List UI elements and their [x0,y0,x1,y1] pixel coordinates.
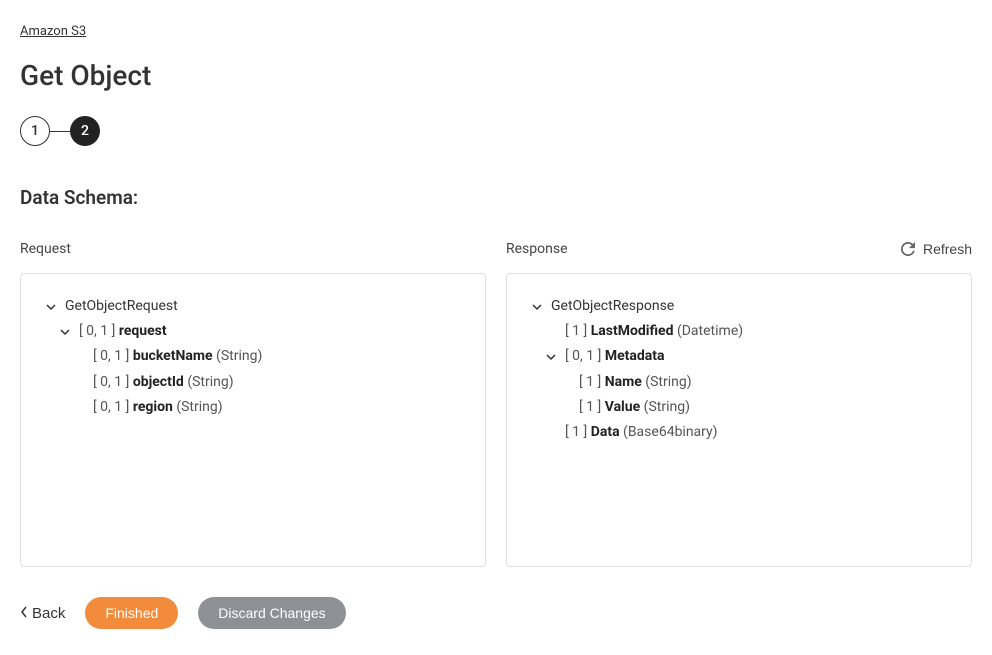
bucketname-cardinality: [ 0, 1 ] [93,348,129,364]
request-cardinality: [ 0, 1 ] [79,323,115,339]
objectid-field-name: objectId [133,374,184,390]
mdname-field-name: Name [605,374,642,390]
region-cardinality: [ 0, 1 ] [93,399,129,415]
response-column: Response Refresh GetObjectResponse [506,239,972,567]
lastmodified-field-name: LastModified [591,323,674,339]
step-connector [50,131,70,132]
page-title: Get Object [20,59,972,92]
response-root: GetObjectResponse [551,294,674,319]
back-label: Back [32,605,65,622]
refresh-label: Refresh [923,241,972,257]
lastmodified-field-type: (Datetime) [677,323,743,339]
mdvalue-field-name: Value [605,399,640,415]
chevron-left-icon [20,605,28,622]
chevron-down-icon[interactable] [59,326,71,338]
objectid-field-type: (String) [187,374,233,390]
lastmodified-cardinality: [ 1 ] [565,323,587,339]
response-schema-box: GetObjectResponse [ 1 ] LastModified (Da… [506,273,972,567]
data-cardinality: [ 1 ] [565,424,587,440]
request-column: Request GetObjectRequest [ 0, 1 [20,239,486,567]
finished-button[interactable]: Finished [85,597,178,629]
stepper: 1 2 [20,116,972,146]
step-1[interactable]: 1 [20,116,50,146]
bucketname-field-name: bucketName [133,348,213,364]
mdname-field-type: (String) [645,374,691,390]
request-root: GetObjectRequest [65,294,178,319]
section-title: Data Schema: [20,186,972,209]
data-field-name: Data [591,424,620,440]
metadata-cardinality: [ 0, 1 ] [565,348,601,364]
chevron-down-icon[interactable] [45,301,57,313]
region-field-name: region [133,399,173,415]
mdvalue-cardinality: [ 1 ] [579,399,601,415]
request-field-name: request [119,323,167,339]
refresh-icon [901,242,915,256]
mdname-cardinality: [ 1 ] [579,374,601,390]
region-field-type: (String) [176,399,222,415]
bucketname-field-type: (String) [216,348,262,364]
chevron-down-icon[interactable] [545,351,557,363]
breadcrumb-parent-link[interactable]: Amazon S3 [20,24,86,39]
request-schema-box: GetObjectRequest [ 0, 1 ] request [20,273,486,567]
request-label: Request [20,241,71,257]
response-label: Response [506,241,568,257]
metadata-field-name: Metadata [605,348,665,364]
step-2[interactable]: 2 [70,116,100,146]
back-button[interactable]: Back [20,605,65,622]
refresh-button[interactable]: Refresh [901,241,972,257]
mdvalue-field-type: (String) [644,399,690,415]
discard-changes-button[interactable]: Discard Changes [198,597,345,629]
chevron-down-icon[interactable] [531,301,543,313]
data-field-type: (Base64binary) [623,424,718,440]
objectid-cardinality: [ 0, 1 ] [93,374,129,390]
